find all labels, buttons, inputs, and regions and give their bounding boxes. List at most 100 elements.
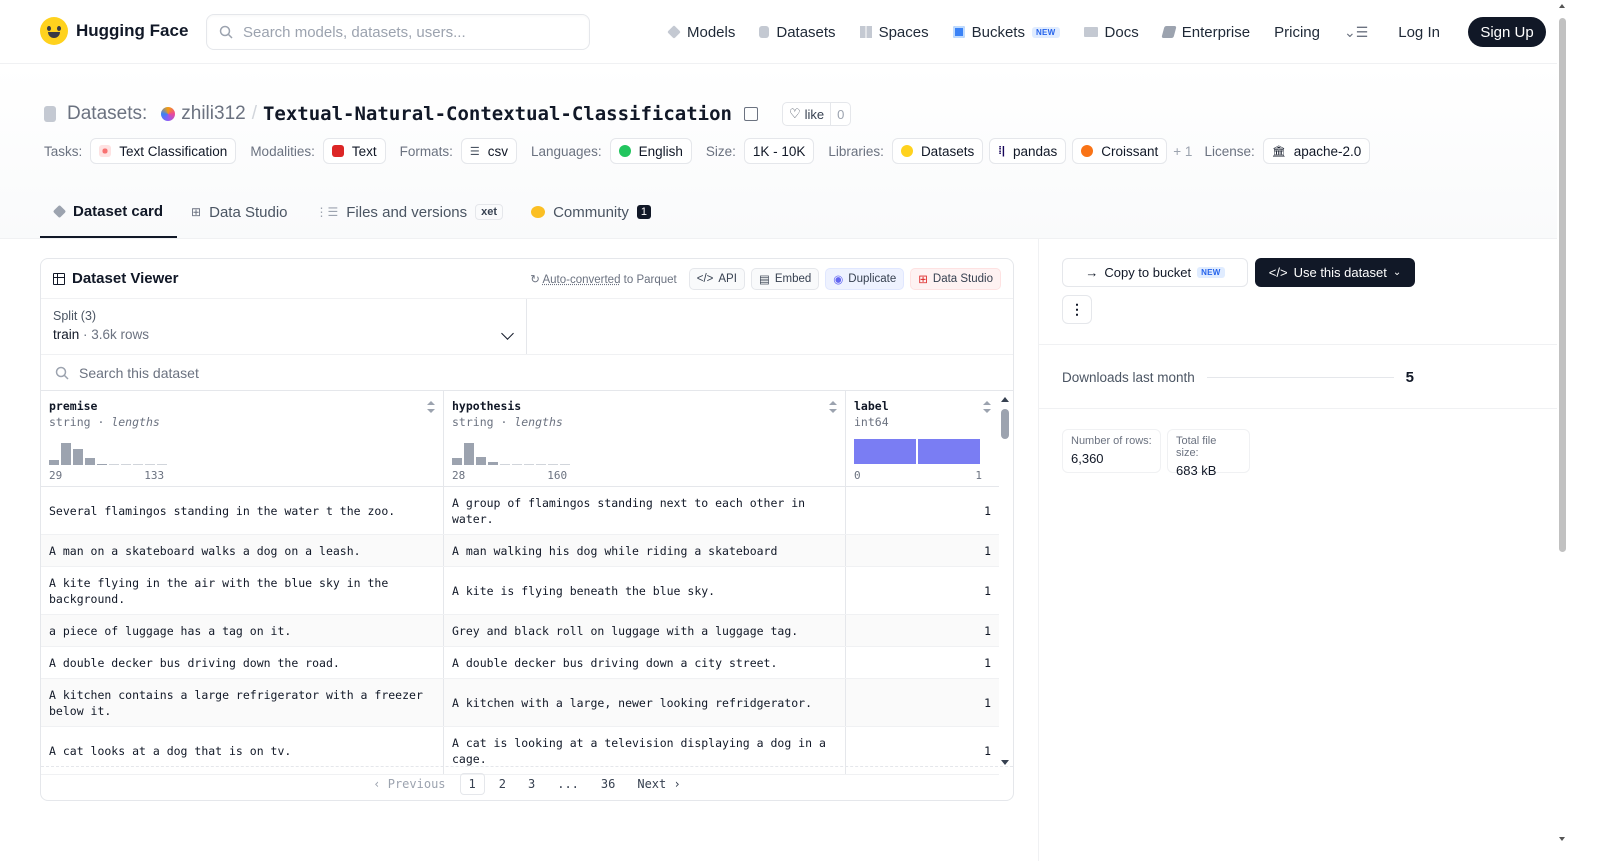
tab-community[interactable]: Community 1 <box>517 186 665 238</box>
global-search-input[interactable] <box>243 23 573 41</box>
owner-avatar[interactable] <box>161 107 176 121</box>
histogram-bar[interactable] <box>512 464 522 465</box>
table-row[interactable]: A man on a skateboard walks a dog on a l… <box>41 535 999 567</box>
histogram-bar[interactable] <box>488 462 498 465</box>
table-cell-label[interactable]: 1 <box>846 647 999 678</box>
histogram-bar[interactable] <box>121 464 131 465</box>
sort-icon[interactable] <box>829 401 837 413</box>
table-row[interactable]: a piece of luggage has a tag on it. Grey … <box>41 615 999 647</box>
nav-pricing[interactable]: Pricing <box>1274 18 1320 46</box>
nav-datasets[interactable]: Datasets <box>759 18 836 46</box>
scroll-up-icon[interactable] <box>1001 397 1009 402</box>
tag-lib-croissant[interactable]: Croissant <box>1072 138 1168 164</box>
scroll-down-icon[interactable] <box>1001 760 1009 765</box>
nav-enterprise[interactable]: Enterprise <box>1161 18 1250 46</box>
histogram-bar[interactable] <box>536 464 546 465</box>
scroll-up-icon[interactable] <box>1559 4 1565 8</box>
page-scroll-thumb[interactable] <box>1559 18 1566 552</box>
data-studio-button[interactable]: ⊞ Data Studio <box>910 267 1001 290</box>
tag-task[interactable]: Text Classification <box>90 138 237 164</box>
histogram-bar[interactable] <box>464 443 474 465</box>
previous-page[interactable]: ‹ Previous <box>365 774 453 794</box>
table-row[interactable]: Several flamingos standing in the water … <box>41 487 999 535</box>
login-link[interactable]: Log In <box>1398 18 1440 46</box>
duplicate-button[interactable]: ◉ Duplicate <box>825 267 905 290</box>
scroll-down-icon[interactable] <box>1559 837 1565 841</box>
repo-name[interactable]: Textual-Natural-Contextual-Classificatio… <box>263 103 732 125</box>
split-selector[interactable]: Split (3) train · 3.6k rows <box>41 299 527 354</box>
dataset-search-input[interactable] <box>79 364 579 381</box>
table-row[interactable]: A double decker bus driving down the roa… <box>41 647 999 679</box>
table-cell-hypothesis[interactable]: A group of flamingos standing next to ea… <box>444 487 846 534</box>
embed-button[interactable]: ▤ Embed <box>750 267 820 290</box>
api-button[interactable]: </> API <box>688 267 745 290</box>
table-cell-label[interactable]: 1 <box>846 535 999 566</box>
table-cell-hypothesis[interactable]: A kitchen with a large, newer looking re… <box>444 679 846 726</box>
histogram-bar[interactable] <box>145 464 155 465</box>
owner-link[interactable]: zhili312 <box>181 103 245 125</box>
tag-modality[interactable]: Text <box>322 138 386 164</box>
label-bar-1[interactable] <box>918 439 980 464</box>
table-cell-premise[interactable]: A man on a skateboard walks a dog on a l… <box>41 535 444 566</box>
use-this-dataset-button[interactable]: </> Use this dataset ⌄ <box>1255 258 1415 287</box>
table-cell-premise[interactable]: a piece of luggage has a tag on it. <box>41 615 444 646</box>
table-scrollbar[interactable] <box>1001 397 1009 765</box>
table-cell-premise[interactable]: A kitchen contains a large refrigerator … <box>41 679 444 726</box>
table-cell-label[interactable]: 1 <box>846 615 999 646</box>
tab-data-studio[interactable]: ⊞ Data Studio <box>177 186 301 238</box>
histogram-bar[interactable] <box>476 457 486 465</box>
auto-converted-note[interactable]: ↻ Auto-converted to Parquet <box>530 272 676 286</box>
nav-spaces[interactable]: Spaces <box>859 18 929 46</box>
tag-lib-datasets[interactable]: Datasets <box>891 138 984 164</box>
histogram-bar[interactable] <box>133 464 143 465</box>
histogram-bar[interactable] <box>73 449 83 465</box>
column-header-label[interactable]: label int64 01 <box>846 391 999 486</box>
histogram-bar[interactable] <box>452 458 462 465</box>
table-cell-hypothesis[interactable]: A kite is flying beneath the blue sky. <box>444 567 846 614</box>
tab-files[interactable]: ⋮☰ Files and versions xet <box>302 186 518 238</box>
page-1[interactable]: 1 <box>459 772 485 795</box>
tag-license[interactable]: 🏛 apache-2.0 <box>1262 138 1371 164</box>
page-3[interactable]: 3 <box>520 774 543 794</box>
scroll-thumb[interactable] <box>1001 409 1009 439</box>
tab-dataset-card[interactable]: Dataset card <box>40 186 178 238</box>
histogram-bar[interactable] <box>548 464 558 465</box>
histogram-bar[interactable] <box>49 460 59 465</box>
histogram-bar[interactable] <box>109 464 119 465</box>
table-cell-premise[interactable]: A kite flying in the air with the blue s… <box>41 567 444 614</box>
column-header-hypothesis[interactable]: hypothesis string · lengths 28 160 <box>444 391 846 486</box>
column-header-premise[interactable]: premise string · lengths 29 133 <box>41 391 444 486</box>
table-cell-premise[interactable]: Several flamingos standing in the water … <box>41 487 444 534</box>
page-36[interactable]: 36 <box>593 774 623 794</box>
histogram-bar[interactable] <box>97 464 107 465</box>
table-row[interactable]: A kitchen contains a large refrigerator … <box>41 679 999 727</box>
tag-size[interactable]: 1K - 10K <box>743 138 815 164</box>
label-bar-0[interactable] <box>854 439 916 464</box>
nav-models[interactable]: Models <box>667 18 735 46</box>
copy-icon[interactable] <box>743 107 758 121</box>
table-cell-label[interactable]: 1 <box>846 679 999 726</box>
histogram-bar[interactable] <box>500 464 510 465</box>
sort-icon[interactable] <box>427 401 435 413</box>
histogram-bar[interactable] <box>85 458 95 465</box>
nav-buckets[interactable]: Buckets NEW <box>952 18 1060 46</box>
tag-format[interactable]: ☰ csv <box>460 138 517 164</box>
table-cell-hypothesis[interactable]: Grey and black roll on luggage with a lu… <box>444 615 846 646</box>
more-options-button[interactable]: ⋮ <box>1062 295 1092 324</box>
table-row[interactable]: A kite flying in the air with the blue s… <box>41 567 999 615</box>
table-cell-premise[interactable]: A double decker bus driving down the roa… <box>41 647 444 678</box>
table-cell-hypothesis[interactable]: A double decker bus driving down a city … <box>444 647 846 678</box>
page-2[interactable]: 2 <box>491 774 514 794</box>
sort-icon[interactable] <box>983 401 991 413</box>
tag-language[interactable]: English <box>609 138 692 164</box>
next-page[interactable]: Next › <box>629 774 688 794</box>
like-button[interactable]: ♡ like 0 <box>781 102 852 126</box>
table-cell-hypothesis[interactable]: A man walking his dog while riding a ska… <box>444 535 846 566</box>
histogram-bar[interactable] <box>560 464 570 465</box>
table-cell-label[interactable]: 1 <box>846 487 999 534</box>
histogram-bar[interactable] <box>524 464 534 465</box>
more-menu-icon[interactable]: ⌄☰ <box>1344 18 1368 46</box>
copy-to-bucket-button[interactable]: → Copy to bucket NEW <box>1062 258 1248 287</box>
global-search[interactable] <box>206 14 590 50</box>
page-scrollbar[interactable] <box>1557 0 1568 861</box>
